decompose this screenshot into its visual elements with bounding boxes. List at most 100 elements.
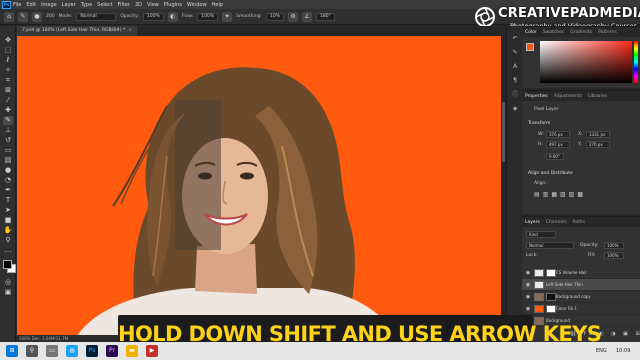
height-field[interactable]: 497 px [546, 141, 570, 148]
angle-field[interactable]: 0.00° [546, 153, 564, 160]
hand-tool-icon[interactable]: ✋ [3, 226, 13, 235]
gradient-tool-icon[interactable]: ▤ [3, 156, 13, 165]
tab-properties[interactable]: Properties [525, 94, 548, 99]
eyedropper-tool-icon[interactable]: ⁄ [3, 96, 13, 105]
document-tab[interactable]: 7.psd @ 100% (Left Side Hair Thin, RGB/8… [17, 26, 138, 36]
tab-channels[interactable]: Channels [546, 220, 567, 225]
close-tab-icon[interactable]: × [128, 28, 132, 33]
menu-3d[interactable]: 3D [135, 2, 142, 8]
tab-color[interactable]: Color [525, 30, 537, 35]
frame-tool-icon[interactable]: ⊠ [3, 86, 13, 95]
eye-icon[interactable]: ◉ [525, 306, 531, 312]
angle-field[interactable]: 180° [316, 12, 335, 21]
healing-brush-tool-icon[interactable]: ✚ [3, 106, 13, 115]
info-icon[interactable]: ⓘ [510, 90, 520, 100]
file-explorer-icon[interactable]: ▬ [126, 345, 138, 357]
type-tool-icon[interactable]: T [3, 196, 13, 205]
layer-row-cs-volume-hair[interactable]: ◉ CS Volume Hair [522, 267, 640, 279]
flow-field[interactable]: 100% [197, 12, 219, 21]
fill-field[interactable]: 100% [604, 252, 624, 259]
airbrush-icon[interactable]: ✦ [222, 11, 233, 22]
brush-preset-picker[interactable]: ● [32, 11, 42, 22]
lasso-tool-icon[interactable]: ℓ [3, 56, 13, 65]
layer-row-left-side-hair-thin[interactable]: ◉ Left Side Hair Thin [522, 279, 640, 291]
pressure-opacity-icon[interactable]: ◐ [167, 11, 178, 22]
layer-row-color-fill-1[interactable]: ◉ Color Fill 1 [522, 303, 640, 315]
pen-tool-icon[interactable]: ✒ [3, 186, 13, 195]
character-icon[interactable]: A [510, 62, 520, 72]
home-icon[interactable]: ⌂ [4, 11, 14, 22]
menu-edit[interactable]: Edit [26, 2, 36, 8]
path-selection-tool-icon[interactable]: ➤ [3, 206, 13, 215]
eraser-tool-icon[interactable]: ▭ [3, 146, 13, 155]
menu-view[interactable]: View [147, 2, 159, 8]
align-buttons-icon[interactable]: ▤▥▦▧▨▩ [534, 191, 586, 198]
menu-window[interactable]: Window [187, 2, 207, 8]
move-tool-icon[interactable]: ✥ [3, 36, 13, 45]
blur-tool-icon[interactable]: ● [3, 166, 13, 175]
history-icon[interactable]: ↶ [510, 34, 520, 44]
layer-row-background-copy[interactable]: ◉ Background copy [522, 291, 640, 303]
eye-icon[interactable]: ◉ [525, 294, 531, 300]
clone-stamp-tool-icon[interactable]: ⊥ [3, 126, 13, 135]
tab-layers[interactable]: Layers [525, 220, 540, 225]
more-tools-icon[interactable]: … [3, 246, 13, 255]
menu-filter[interactable]: Filter [118, 2, 130, 8]
smoothing-settings-icon[interactable]: ⚙ [288, 11, 299, 22]
task-view-icon[interactable]: ▭ [46, 345, 58, 357]
mode-select[interactable]: Normal [76, 12, 117, 21]
screen-mode-icon[interactable]: ▣ [3, 288, 13, 297]
app-icon[interactable]: ▶ [146, 345, 158, 357]
y-field[interactable]: 276 px [586, 141, 610, 148]
brush-tool-icon[interactable]: ✎ [18, 11, 28, 22]
menu-plugins[interactable]: Plugins [164, 2, 182, 8]
chrome-icon[interactable]: ◍ [66, 345, 78, 357]
paragraph-icon[interactable]: ¶ [510, 76, 520, 86]
tab-paths[interactable]: Paths [573, 220, 585, 225]
tab-swatches[interactable]: Swatches [543, 30, 565, 35]
language-indicator[interactable]: ENG [596, 342, 607, 360]
layer-opacity-field[interactable]: 100% [604, 242, 624, 249]
rectangle-tool-icon[interactable]: ■ [3, 216, 13, 225]
tab-adjustments[interactable]: Adjustments [554, 94, 582, 99]
layer-filter-kind[interactable]: Kind [526, 231, 556, 238]
photoshop-logo[interactable]: Ps [2, 0, 11, 9]
blend-mode-select[interactable]: Normal [526, 242, 574, 249]
brush-tool-icon[interactable]: ✎ [3, 116, 13, 125]
crop-tool-icon[interactable]: ⌗ [3, 76, 13, 85]
photoshop-taskbar-icon[interactable]: Ps [86, 345, 98, 357]
eye-icon[interactable]: ◉ [525, 270, 531, 276]
quick-mask-icon[interactable]: ◎ [3, 278, 13, 287]
scrollbar-thumb[interactable] [502, 102, 505, 162]
width-field[interactable]: 376 px [546, 131, 570, 138]
menu-select[interactable]: Select [97, 2, 112, 8]
document-canvas[interactable] [17, 36, 501, 336]
foreground-color-swatch[interactable] [3, 260, 12, 269]
premiere-taskbar-icon[interactable]: Pr [106, 345, 118, 357]
x-field[interactable]: 1331 px [586, 131, 610, 138]
eye-icon[interactable]: ◉ [525, 282, 531, 288]
hue-slider[interactable] [634, 41, 638, 83]
quick-select-tool-icon[interactable]: ✧ [3, 66, 13, 75]
clock[interactable]: 10:09 [616, 342, 630, 360]
history-brush-tool-icon[interactable]: ↺ [3, 136, 13, 145]
marquee-tool-icon[interactable]: ⬚ [3, 46, 13, 55]
menu-type[interactable]: Type [81, 2, 92, 8]
search-icon[interactable]: ⚲ [26, 345, 38, 357]
tab-gradients[interactable]: Gradients [570, 30, 592, 35]
dodge-tool-icon[interactable]: ◔ [3, 176, 13, 185]
color-picker-field[interactable] [540, 41, 632, 83]
tab-patterns[interactable]: Patterns [598, 30, 617, 35]
foreground-color-chip[interactable] [526, 43, 534, 51]
windows-start-icon[interactable]: ⊞ [6, 345, 18, 357]
zoom-tool-icon[interactable]: ⚲ [3, 236, 13, 245]
brush-settings-icon[interactable]: ✎ [510, 48, 520, 58]
menu-image[interactable]: Image [41, 2, 57, 8]
menu-file[interactable]: File [13, 2, 21, 8]
smoothing-field[interactable]: 10% [266, 12, 285, 21]
menu-layer[interactable]: Layer [62, 2, 76, 8]
menu-help[interactable]: Help [212, 2, 223, 8]
tab-libraries[interactable]: Libraries [588, 94, 607, 99]
navigator-icon[interactable]: ◈ [510, 104, 520, 114]
opacity-field[interactable]: 100% [142, 12, 164, 21]
